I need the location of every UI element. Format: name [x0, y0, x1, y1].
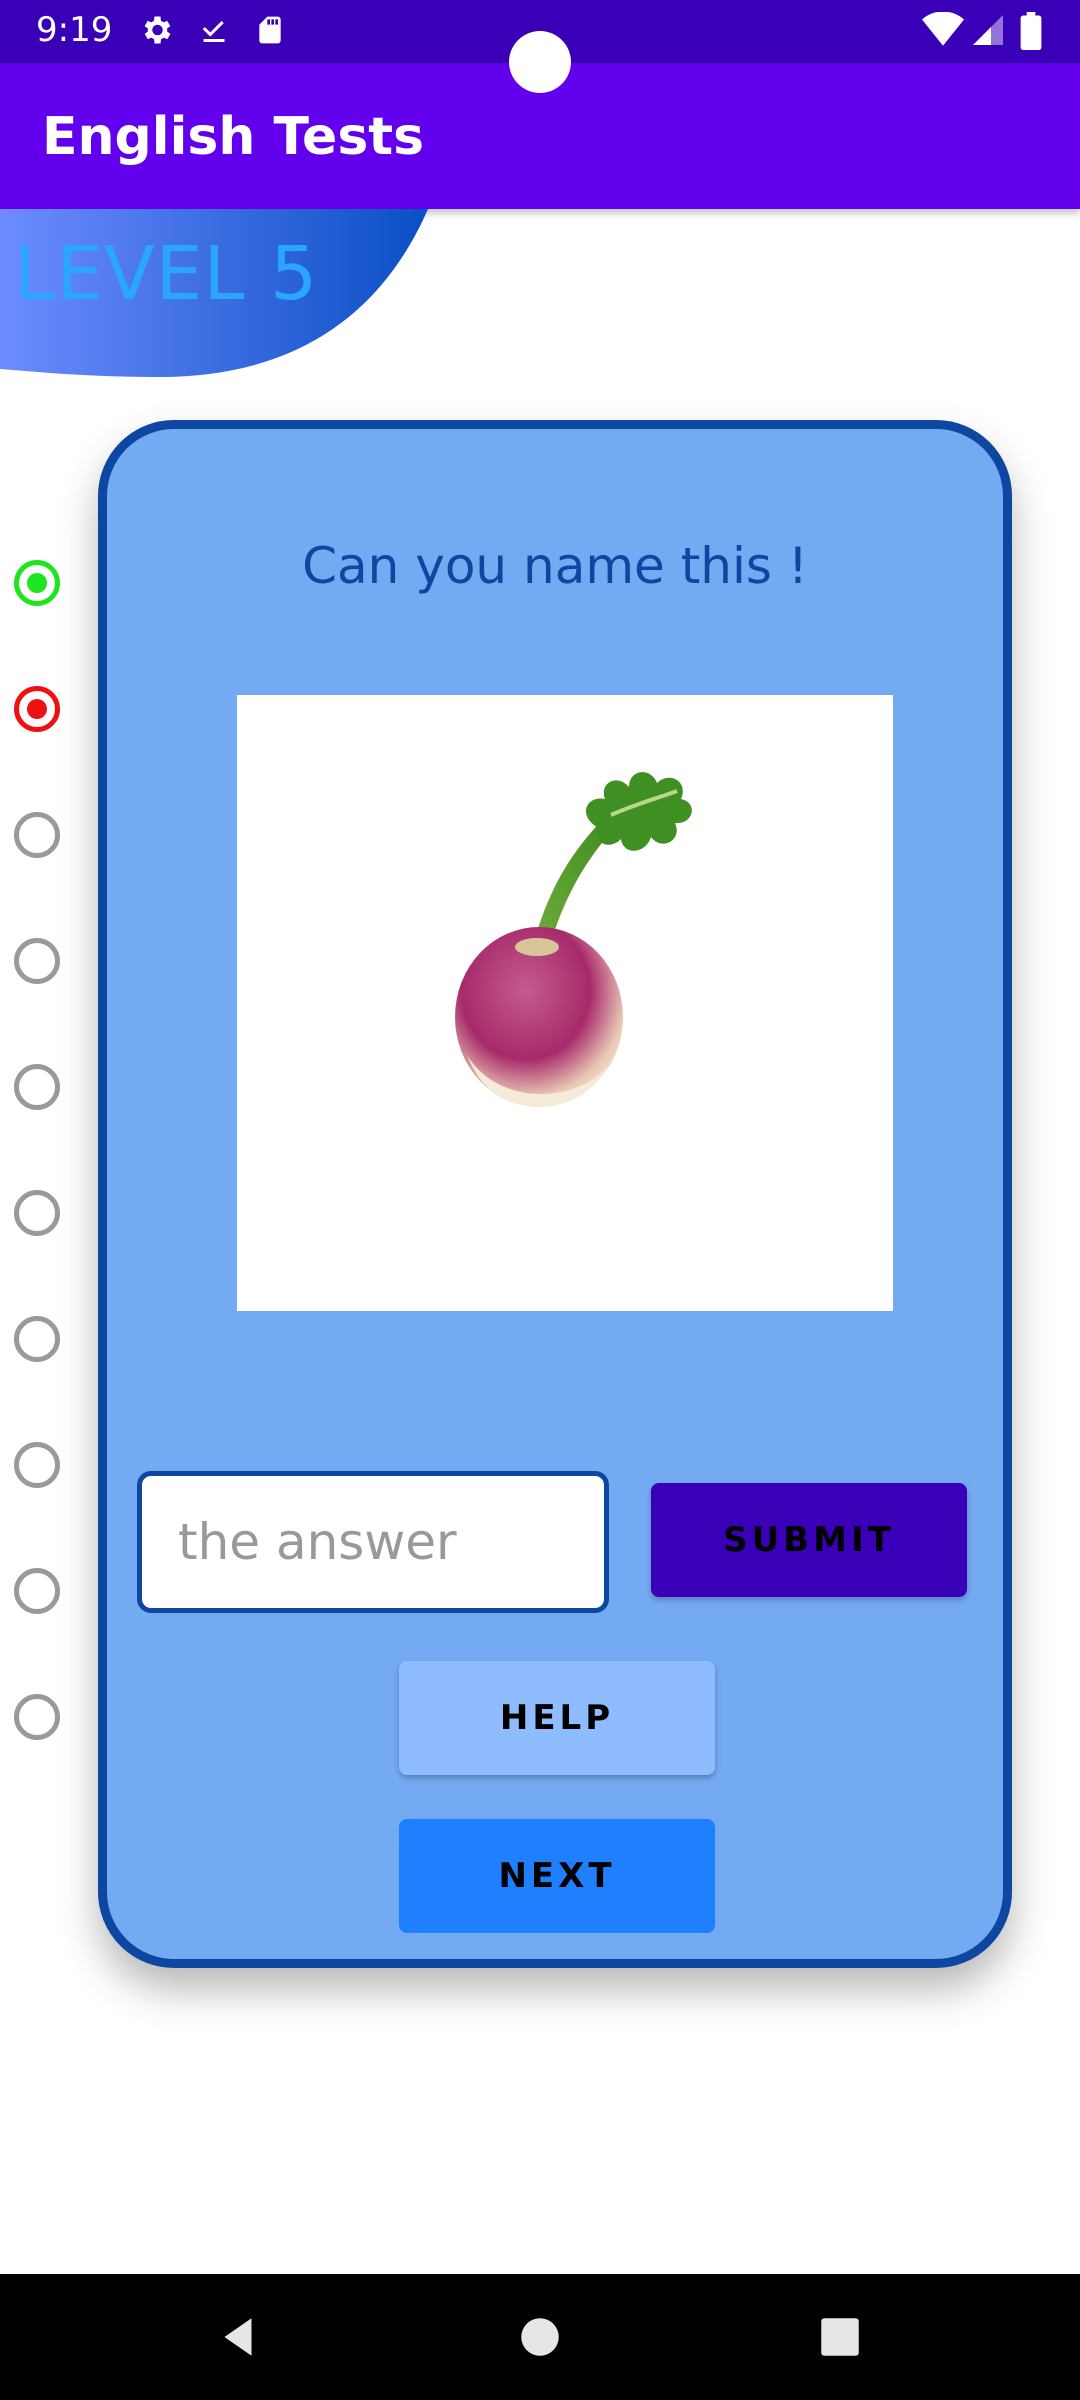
progress-dot-6 [14, 1190, 60, 1236]
progress-dot-9 [14, 1568, 60, 1614]
home-icon[interactable] [515, 2312, 565, 2362]
download-done-icon [202, 21, 225, 42]
progress-dot-2 [14, 686, 60, 732]
status-time: 9:19 [36, 10, 113, 50]
progress-dot-3 [14, 812, 60, 858]
next-button[interactable]: NEXT [399, 1819, 715, 1933]
back-icon[interactable] [214, 2312, 264, 2362]
sd-card-icon [259, 16, 281, 44]
answer-input[interactable] [137, 1471, 609, 1613]
question-card: Can you name this ! the answer SUBMIT HE… [98, 420, 1012, 1968]
question-image [237, 695, 893, 1311]
progress-dot-5 [14, 1064, 60, 1110]
app-title: English Tests [42, 107, 425, 167]
level-banner: LEVEL 5 [0, 209, 430, 379]
settings-icon [144, 16, 171, 44]
progress-dot-7 [14, 1316, 60, 1362]
progress-dot-10 [14, 1694, 60, 1740]
level-label: LEVEL 5 [14, 231, 319, 317]
question-text: Can you name this ! [302, 537, 808, 595]
progress-dot-1 [14, 560, 60, 606]
help-button[interactable]: HELP [399, 1661, 715, 1775]
progress-dot-4 [14, 938, 60, 984]
camera-cutout [509, 31, 571, 93]
navigation-bar [0, 2274, 1080, 2400]
submit-button[interactable]: SUBMIT [651, 1483, 967, 1597]
progress-dot-8 [14, 1442, 60, 1488]
signal-icon [973, 15, 1003, 45]
wifi-icon [922, 12, 964, 46]
battery-icon [1020, 12, 1042, 50]
turnip-image [455, 772, 692, 1107]
recents-icon[interactable] [815, 2312, 865, 2362]
